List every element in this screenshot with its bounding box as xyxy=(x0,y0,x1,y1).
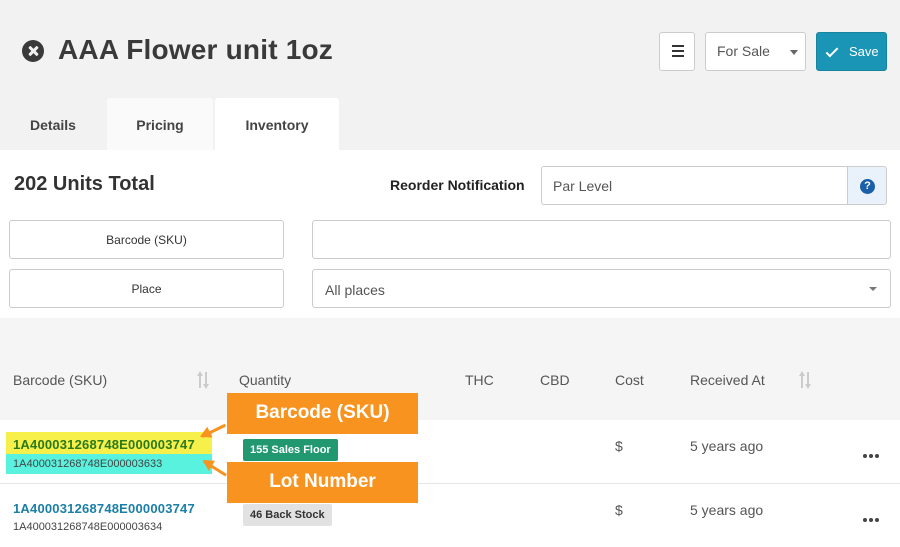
received-at-value: 5 years ago xyxy=(690,502,764,518)
column-header-received-at[interactable]: Received At xyxy=(690,372,765,388)
lot-number: 1A400031268748E000003633 xyxy=(13,458,163,470)
column-header-cost: Cost xyxy=(615,372,644,388)
save-button-label: Save xyxy=(849,44,879,59)
more-options-icon[interactable] xyxy=(863,454,879,460)
cost-value: $ xyxy=(615,502,623,518)
page-header: AAA Flower unit 1oz For Sale Save Detail… xyxy=(0,0,900,150)
table-row[interactable]: 1A400031268748E000003747 1A400031268748E… xyxy=(0,420,900,484)
received-at-value: 5 years ago xyxy=(690,438,764,454)
status-select[interactable]: For Sale xyxy=(705,32,806,71)
help-button[interactable]: ? xyxy=(848,166,887,205)
column-header-quantity: Quantity xyxy=(239,372,292,388)
check-icon xyxy=(825,44,839,58)
inventory-table: Barcode (SKU) Quantity THC CBD Cost Rece… xyxy=(0,318,900,547)
menu-button[interactable] xyxy=(659,32,695,71)
column-header-thc: THC xyxy=(465,372,494,388)
sort-icon[interactable] xyxy=(196,371,210,389)
question-icon: ? xyxy=(860,179,875,194)
caret-down-icon xyxy=(869,287,877,291)
cost-value: $ xyxy=(615,438,623,454)
barcode-callout: Barcode (SKU) xyxy=(227,393,418,434)
barcode-link[interactable]: 1A400031268748E000003747 xyxy=(13,437,195,452)
column-header-cbd: CBD xyxy=(540,372,570,388)
reorder-notification-label: Reorder Notification xyxy=(390,177,525,193)
units-total: 202 Units Total xyxy=(14,173,155,195)
hamburger-icon xyxy=(672,45,684,47)
barcode-link[interactable]: 1A400031268748E000003747 xyxy=(13,501,195,516)
close-icon[interactable] xyxy=(22,40,44,62)
tab-details[interactable]: Details xyxy=(0,98,106,150)
barcode-filter-button[interactable]: Barcode (SKU) xyxy=(9,220,284,259)
quantity-badge: 155 Sales Floor xyxy=(243,439,338,461)
table-row[interactable]: 1A400031268748E000003747 1A400031268748E… xyxy=(0,484,900,547)
page-title: AAA Flower unit 1oz xyxy=(58,34,333,65)
barcode-filter-input[interactable] xyxy=(312,220,891,259)
save-button[interactable]: Save xyxy=(816,32,887,71)
inventory-panel: 202 Units Total Reorder Notification Par… xyxy=(0,150,900,318)
caret-down-icon xyxy=(790,50,798,55)
lot-number-callout: Lot Number xyxy=(227,462,418,503)
place-filter-button[interactable]: Place xyxy=(9,269,284,308)
tab-pricing[interactable]: Pricing xyxy=(107,98,213,150)
lot-number: 1A400031268748E000003634 xyxy=(13,521,163,533)
quantity-badge: 46 Back Stock xyxy=(243,504,332,526)
status-select-value: For Sale xyxy=(717,43,770,59)
par-level-input[interactable]: Par Level xyxy=(541,166,848,205)
place-select[interactable]: All places xyxy=(312,269,891,308)
place-select-value: All places xyxy=(325,282,385,298)
table-header: Barcode (SKU) Quantity THC CBD Cost Rece… xyxy=(0,318,900,420)
tab-inventory[interactable]: Inventory xyxy=(215,98,339,150)
column-header-barcode[interactable]: Barcode (SKU) xyxy=(13,372,107,388)
more-options-icon[interactable] xyxy=(863,518,879,524)
sort-icon[interactable] xyxy=(798,371,812,389)
